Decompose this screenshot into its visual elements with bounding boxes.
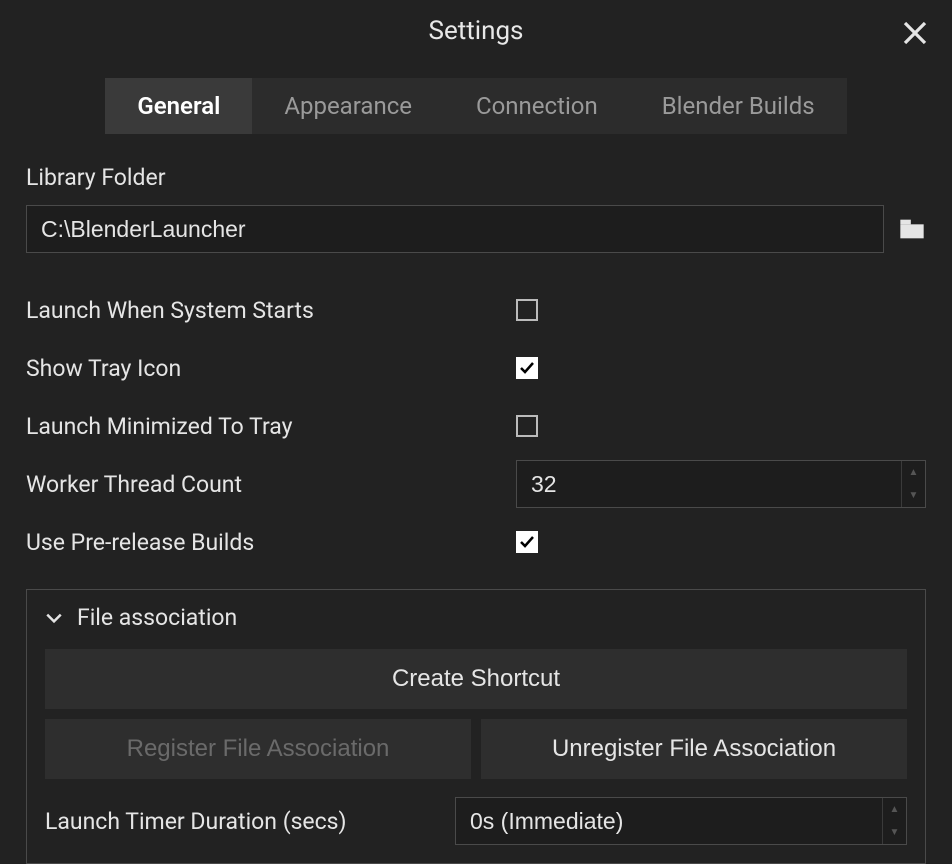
show-tray-icon-label: Show Tray Icon [26, 355, 516, 382]
launch-timer-input[interactable] [456, 798, 882, 844]
titlebar: Settings [0, 0, 952, 62]
window-title: Settings [429, 16, 524, 46]
worker-thread-arrows: ▲ ▼ [901, 461, 925, 507]
worker-thread-row: Worker Thread Count ▲ ▼ [26, 455, 926, 513]
create-shortcut-button[interactable]: Create Shortcut [45, 649, 907, 709]
launch-on-start-checkbox[interactable] [516, 299, 538, 321]
launch-minimized-row: Launch Minimized To Tray [26, 397, 926, 455]
pre-release-row: Use Pre-release Builds [26, 513, 926, 571]
launch-timer-down[interactable]: ▼ [883, 821, 906, 844]
section-toggle[interactable] [45, 609, 63, 627]
register-file-association-button[interactable]: Register File Association [45, 719, 471, 779]
settings-content: Library Folder Launch When System Starts… [0, 134, 952, 864]
tab-general[interactable]: General [105, 78, 252, 134]
folder-icon [898, 215, 926, 243]
library-folder-input[interactable] [26, 205, 884, 253]
file-association-header: File association [45, 604, 907, 631]
launch-timer-spinner: ▲ ▼ [455, 797, 907, 845]
pre-release-checkbox[interactable] [516, 531, 538, 553]
file-association-title: File association [77, 604, 237, 631]
register-row: Register File Association Unregister Fil… [45, 719, 907, 779]
launch-timer-row: Launch Timer Duration (secs) ▲ ▼ [45, 797, 907, 845]
file-association-section: File association Create Shortcut Registe… [26, 589, 926, 864]
launch-timer-up[interactable]: ▲ [883, 798, 906, 821]
launch-timer-label: Launch Timer Duration (secs) [45, 808, 445, 835]
show-tray-icon-checkbox[interactable] [516, 357, 538, 379]
library-folder-row [26, 205, 926, 253]
unregister-file-association-button[interactable]: Unregister File Association [481, 719, 907, 779]
worker-thread-spinner: ▲ ▼ [516, 460, 926, 508]
tabs-bar: General Appearance Connection Blender Bu… [105, 78, 846, 134]
library-folder-label: Library Folder [26, 164, 926, 191]
browse-folder-button[interactable] [898, 215, 926, 243]
tab-blender-builds[interactable]: Blender Builds [630, 78, 847, 134]
launch-on-start-label: Launch When System Starts [26, 297, 516, 324]
worker-thread-label: Worker Thread Count [26, 471, 516, 498]
chevron-down-icon [45, 609, 63, 627]
close-icon [900, 18, 930, 48]
worker-thread-down[interactable]: ▼ [902, 484, 925, 507]
tab-appearance[interactable]: Appearance [252, 78, 444, 134]
worker-thread-up[interactable]: ▲ [902, 461, 925, 484]
launch-minimized-label: Launch Minimized To Tray [26, 413, 516, 440]
pre-release-label: Use Pre-release Builds [26, 529, 516, 556]
show-tray-icon-row: Show Tray Icon [26, 339, 926, 397]
tab-connection[interactable]: Connection [444, 78, 630, 134]
launch-on-start-row: Launch When System Starts [26, 281, 926, 339]
launch-timer-arrows: ▲ ▼ [882, 798, 906, 844]
close-button[interactable] [900, 18, 930, 48]
worker-thread-input[interactable] [517, 461, 901, 507]
launch-minimized-checkbox[interactable] [516, 415, 538, 437]
